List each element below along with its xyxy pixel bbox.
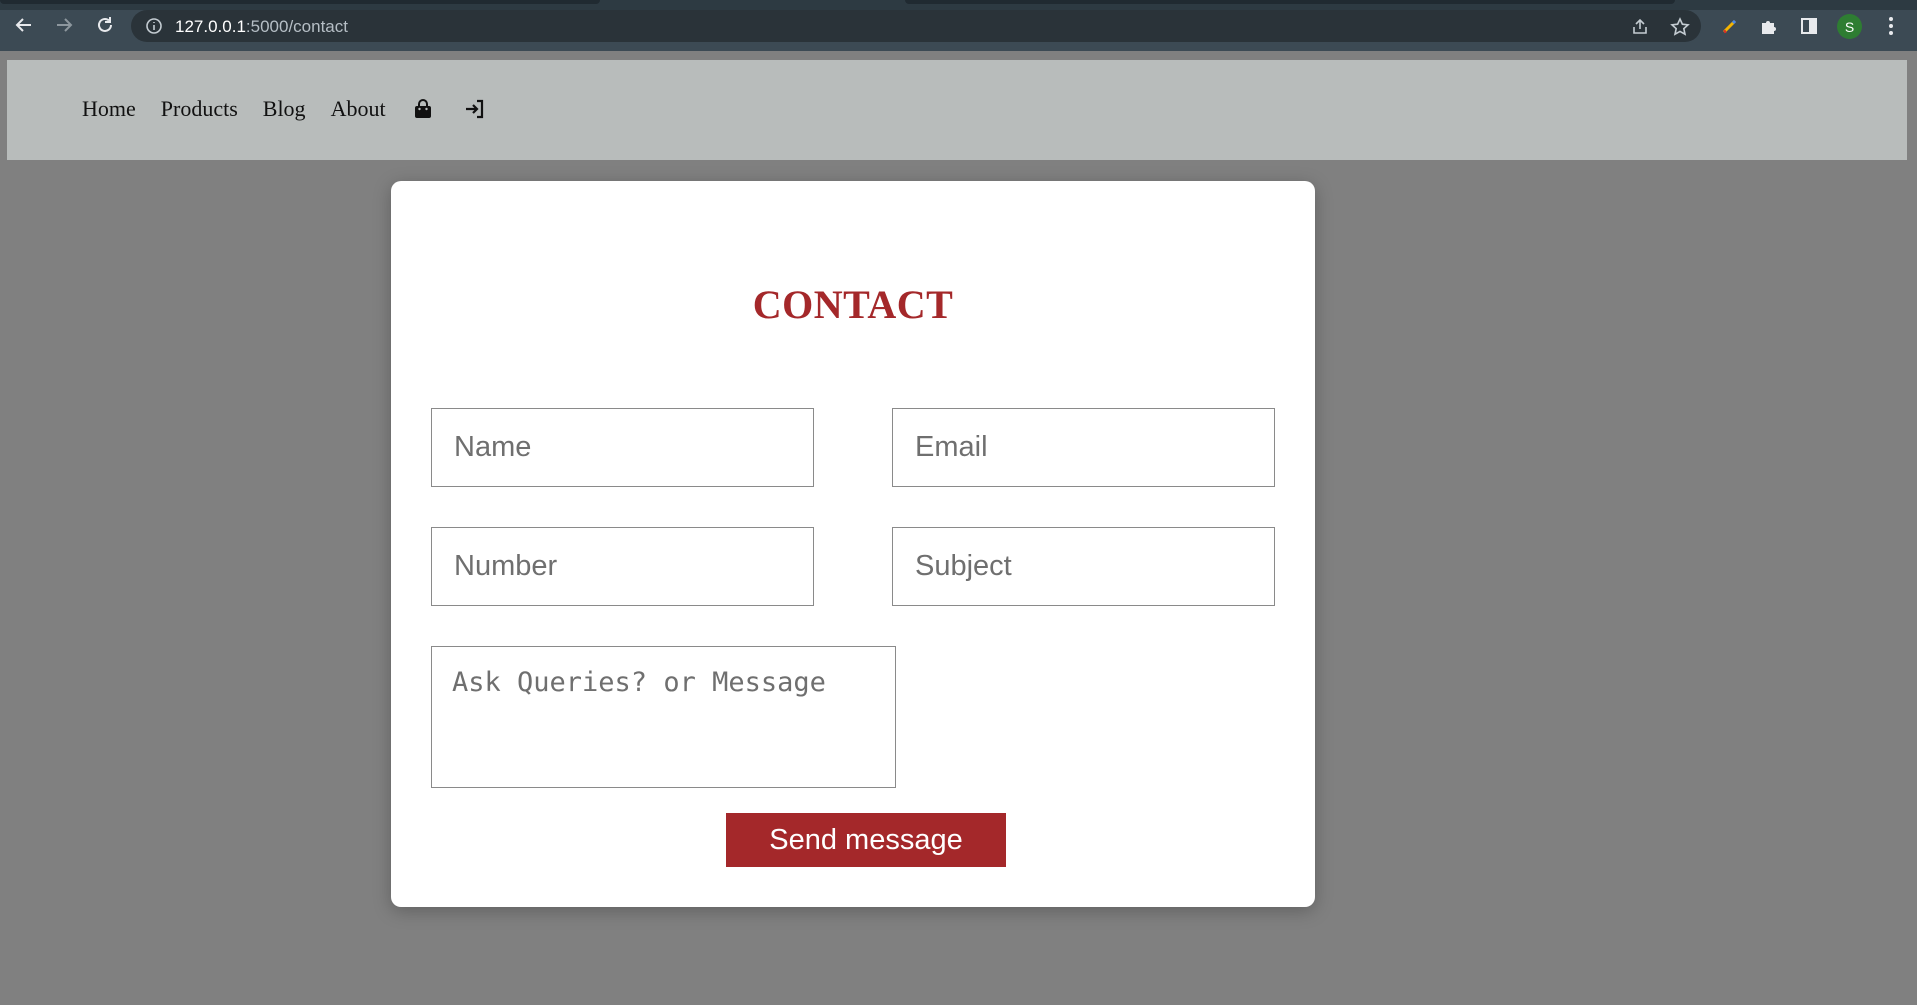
sign-in-icon[interactable] bbox=[463, 97, 487, 121]
share-icon bbox=[1633, 18, 1647, 34]
nav-products-link[interactable]: Products bbox=[161, 96, 238, 122]
nav-home-link[interactable]: Home bbox=[82, 96, 136, 122]
number-input[interactable] bbox=[431, 527, 814, 606]
url-path: :5000/contact bbox=[245, 17, 348, 36]
name-input[interactable] bbox=[431, 408, 814, 487]
url-host: 127.0.0.1 bbox=[175, 17, 246, 36]
reload-button[interactable] bbox=[92, 12, 118, 38]
pen-extension-icon bbox=[1722, 19, 1737, 34]
subject-input[interactable] bbox=[892, 527, 1275, 606]
bookmark-button[interactable] bbox=[1669, 16, 1691, 38]
arrow-left-icon bbox=[15, 18, 31, 32]
tab-strip bbox=[0, 0, 1917, 10]
reload-icon bbox=[98, 17, 112, 32]
star-icon bbox=[1670, 17, 1690, 36]
arrow-right-icon bbox=[57, 18, 73, 32]
nav-about-link[interactable]: About bbox=[331, 96, 386, 122]
page-title: CONTACT bbox=[752, 282, 954, 327]
address-bar[interactable]: 127.0.0.1:5000/contact bbox=[131, 10, 1701, 42]
tab[interactable] bbox=[905, 0, 1675, 4]
message-textarea[interactable] bbox=[431, 646, 896, 788]
extension-button[interactable] bbox=[1718, 14, 1742, 38]
browser-menu-button[interactable] bbox=[1879, 14, 1903, 38]
site-navbar: Home Products Blog About bbox=[7, 60, 1907, 160]
browser-toolbar: 127.0.0.1:5000/contact S bbox=[0, 0, 1917, 51]
profile-avatar[interactable]: S bbox=[1837, 14, 1862, 39]
email-input[interactable] bbox=[892, 408, 1275, 487]
back-button[interactable] bbox=[11, 12, 37, 38]
kebab-menu-icon bbox=[1889, 17, 1893, 35]
tab[interactable] bbox=[0, 0, 600, 4]
side-panel-icon bbox=[1801, 18, 1817, 34]
share-button[interactable] bbox=[1629, 16, 1651, 38]
extensions-menu-button[interactable] bbox=[1757, 14, 1781, 38]
nav-blog-link[interactable]: Blog bbox=[263, 96, 306, 122]
side-panel-button[interactable] bbox=[1797, 14, 1821, 38]
send-message-button[interactable]: Send message bbox=[726, 813, 1006, 867]
url-text[interactable]: 127.0.0.1:5000/contact bbox=[175, 17, 348, 36]
shopping-bag-icon[interactable] bbox=[411, 97, 435, 121]
nav-links: Home Products Blog About bbox=[82, 96, 515, 122]
contact-card: CONTACT Send message bbox=[391, 181, 1315, 907]
puzzle-icon bbox=[1762, 21, 1776, 34]
info-icon[interactable] bbox=[145, 17, 163, 35]
forward-button[interactable] bbox=[51, 12, 77, 38]
